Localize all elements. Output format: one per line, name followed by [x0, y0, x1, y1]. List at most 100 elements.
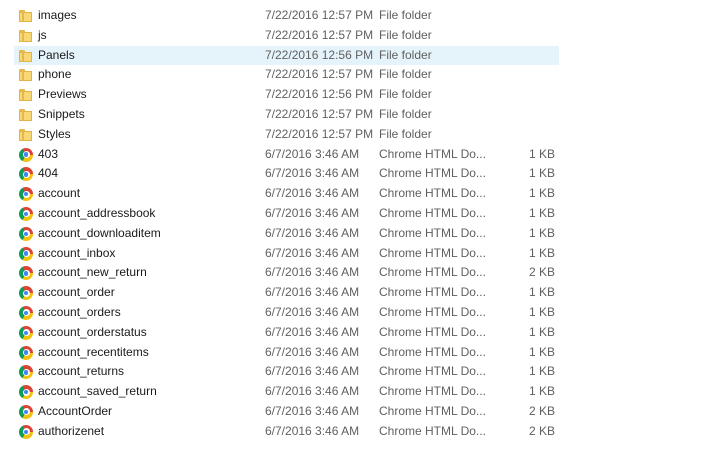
chrome-icon [19, 404, 33, 419]
list-item[interactable]: account_orderstatus 6/7/2016 3:46 AM Chr… [14, 323, 559, 343]
list-item[interactable]: 403 6/7/2016 3:46 AM Chrome HTML Do... 1… [14, 145, 559, 165]
list-item[interactable]: Snippets 7/22/2016 12:57 PM File folder [14, 105, 559, 125]
file-name: AccountOrder [38, 403, 113, 418]
file-name: account_orders [38, 304, 121, 319]
list-item[interactable]: account_inbox 6/7/2016 3:46 AM Chrome HT… [14, 244, 559, 264]
list-item[interactable]: js 7/22/2016 12:57 PM File folder [14, 26, 559, 46]
file-name: account_order [38, 285, 115, 300]
file-size: 1 KB [528, 304, 555, 319]
chrome-icon [19, 226, 33, 241]
file-type: Chrome HTML Do... [379, 166, 486, 181]
list-item[interactable]: authorizenet 6/7/2016 3:46 AM Chrome HTM… [14, 422, 559, 442]
file-type: Chrome HTML Do... [379, 245, 486, 260]
date-modified: 7/22/2016 12:57 PM [265, 8, 374, 22]
file-size: 1 KB [528, 146, 555, 161]
file-name: 404 [38, 166, 59, 181]
list-item[interactable]: account_returns 6/7/2016 3:46 AM Chrome … [14, 362, 559, 382]
date-modified: 6/7/2016 3:46 AM [265, 364, 360, 379]
chrome-icon [19, 246, 33, 261]
list-item[interactable]: account_downloaditem 6/7/2016 3:46 AM Ch… [14, 224, 559, 244]
file-size: 1 KB [528, 324, 555, 339]
list-item[interactable]: 404 6/7/2016 3:46 AM Chrome HTML Do... 1… [14, 164, 559, 184]
date-modified: 6/7/2016 3:46 AM [265, 186, 360, 201]
chrome-icon [19, 266, 33, 281]
list-item[interactable]: Panels 7/22/2016 12:56 PM File folder [14, 45, 559, 66]
date-modified: 6/7/2016 3:46 AM [265, 225, 360, 240]
list-item[interactable]: account_orders 6/7/2016 3:46 AM Chrome H… [14, 303, 559, 323]
file-size: 1 KB [528, 166, 555, 181]
date-modified: 7/22/2016 12:56 PM [265, 47, 374, 62]
file-size: 1 KB [528, 344, 555, 359]
date-modified: 7/22/2016 12:57 PM [265, 126, 374, 141]
list-item[interactable]: account 6/7/2016 3:46 AM Chrome HTML Do.… [14, 184, 559, 204]
chrome-icon [19, 325, 33, 340]
file-name: Previews [38, 87, 87, 102]
list-item[interactable]: account_new_return 6/7/2016 3:46 AM Chro… [14, 263, 559, 283]
file-type: Chrome HTML Do... [379, 285, 486, 300]
file-type: Chrome HTML Do... [379, 225, 486, 240]
chrome-icon [19, 147, 33, 162]
file-name: account [38, 186, 81, 201]
file-name: Styles [38, 126, 71, 141]
date-modified: 7/22/2016 12:57 PM [265, 106, 374, 121]
chrome-icon [19, 345, 33, 360]
list-item[interactable]: account_order 6/7/2016 3:46 AM Chrome HT… [14, 283, 559, 303]
file-name: account_recentitems [38, 344, 149, 359]
file-name: account_returns [38, 364, 125, 379]
file-type: File folder [379, 106, 432, 121]
date-modified: 6/7/2016 3:46 AM [265, 423, 360, 438]
file-name: phone [38, 67, 72, 82]
file-size: 1 KB [528, 384, 555, 399]
file-name: 403 [38, 146, 59, 161]
file-name: account_inbox [38, 245, 116, 260]
date-modified: 6/7/2016 3:46 AM [265, 166, 360, 181]
date-modified: 6/7/2016 3:46 AM [265, 344, 360, 359]
chrome-icon [19, 206, 33, 221]
file-type: Chrome HTML Do... [379, 186, 486, 201]
date-modified: 7/22/2016 12:57 PM [265, 67, 374, 82]
list-item[interactable]: phone 7/22/2016 12:57 PM File folder [14, 65, 559, 85]
list-item[interactable]: Previews 7/22/2016 12:56 PM File folder [14, 85, 559, 105]
file-size: 2 KB [528, 265, 555, 280]
file-name: Panels [38, 47, 75, 62]
list-item[interactable]: account_saved_return 6/7/2016 3:46 AM Ch… [14, 382, 559, 402]
folder-icon [19, 49, 33, 63]
list-item[interactable]: Styles 7/22/2016 12:57 PM File folder [14, 125, 559, 145]
file-size: 2 KB [528, 403, 555, 418]
list-item[interactable]: images 7/22/2016 12:57 PM File folder [14, 6, 559, 26]
file-type: Chrome HTML Do... [379, 403, 486, 418]
file-name: Snippets [38, 106, 85, 121]
folder-icon [19, 9, 33, 23]
date-modified: 6/7/2016 3:46 AM [265, 304, 360, 319]
chrome-icon [19, 365, 33, 380]
date-modified: 7/22/2016 12:56 PM [265, 87, 374, 102]
file-type: File folder [379, 87, 432, 102]
folder-icon [19, 88, 33, 102]
file-type: File folder [379, 27, 432, 42]
file-type: File folder [379, 47, 432, 62]
file-size: 1 KB [528, 205, 555, 220]
date-modified: 6/7/2016 3:46 AM [265, 324, 360, 339]
date-modified: 6/7/2016 3:46 AM [265, 403, 360, 418]
chrome-icon [19, 305, 33, 320]
chrome-icon [19, 385, 33, 400]
chrome-icon [19, 167, 33, 182]
file-type: Chrome HTML Do... [379, 205, 486, 220]
file-name: account_orderstatus [38, 324, 147, 339]
folder-icon [19, 29, 33, 43]
list-item[interactable]: AccountOrder 6/7/2016 3:46 AM Chrome HTM… [14, 402, 559, 422]
list-item[interactable]: account_addressbook 6/7/2016 3:46 AM Chr… [14, 204, 559, 224]
date-modified: 6/7/2016 3:46 AM [265, 146, 360, 161]
chrome-icon [19, 424, 33, 439]
folder-icon [19, 128, 33, 142]
file-name: account_addressbook [38, 205, 156, 220]
file-type: Chrome HTML Do... [379, 384, 486, 399]
file-list: images 7/22/2016 12:57 PM File folder js… [14, 6, 559, 442]
file-name: authorizenet [38, 423, 105, 438]
file-type: File folder [379, 67, 432, 82]
file-size: 1 KB [528, 245, 555, 260]
list-item[interactable]: account_recentitems 6/7/2016 3:46 AM Chr… [14, 343, 559, 363]
file-size: 2 KB [528, 423, 555, 438]
file-type: Chrome HTML Do... [379, 265, 486, 280]
date-modified: 6/7/2016 3:46 AM [265, 245, 360, 260]
